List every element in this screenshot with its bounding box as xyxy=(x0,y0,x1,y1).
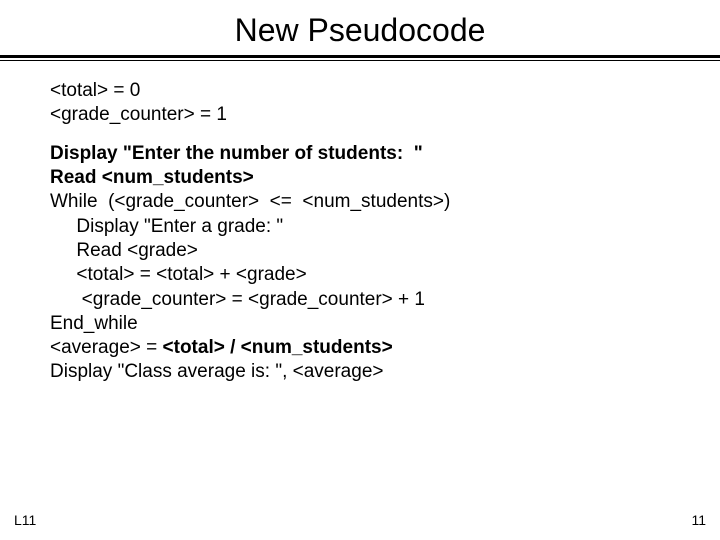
code-line: Read <grade> xyxy=(50,240,198,261)
code-line: Display "Enter the number of students: " xyxy=(50,143,423,164)
code-line: While (<grade_counter> <= <num_students>… xyxy=(50,191,450,212)
code-fragment: <total> / <num_students> xyxy=(163,337,393,358)
footer-left: L11 xyxy=(14,512,36,528)
code-line: Read <num_students> xyxy=(50,167,254,188)
slide-body: <total> = 0 <grade_counter> = 1 Display … xyxy=(0,61,720,385)
slide: New Pseudocode <total> = 0 <grade_counte… xyxy=(0,0,720,540)
code-line: Display "Enter a grade: " xyxy=(50,216,283,237)
code-line: Display "Class average is: ", <average> xyxy=(50,361,383,382)
code-fragment: <average> = xyxy=(50,337,163,358)
slide-title: New Pseudocode xyxy=(0,0,720,55)
footer-right: 11 xyxy=(691,512,706,528)
code-line: <grade_counter> = <grade_counter> + 1 xyxy=(50,289,425,310)
code-line: <total> = 0 xyxy=(50,79,670,103)
code-line: <average> = <total> / <num_students> xyxy=(50,337,393,358)
init-block: <total> = 0 <grade_counter> = 1 xyxy=(50,79,670,128)
code-line: <total> = <total> + <grade> xyxy=(50,264,307,285)
divider-thick xyxy=(0,55,720,58)
pseudocode-block: Display "Enter the number of students: "… xyxy=(50,142,670,385)
code-line: End_while xyxy=(50,313,138,334)
code-line: <grade_counter> = 1 xyxy=(50,103,670,127)
